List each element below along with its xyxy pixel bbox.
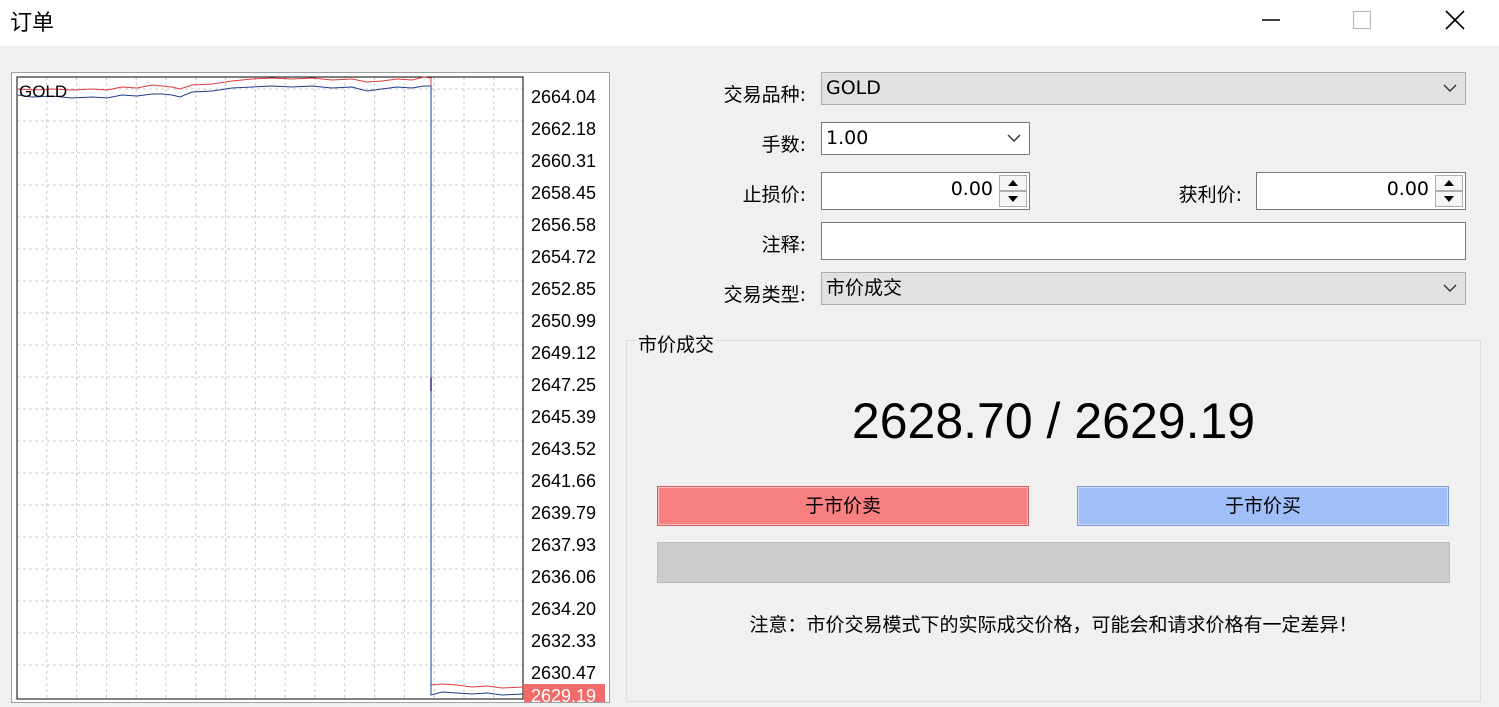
- price-axis-label: 2662.18: [531, 119, 596, 139]
- take-profit-up-button[interactable]: [1435, 175, 1463, 191]
- bid-ask-quote: 2628.70 / 2629.19: [851, 393, 1256, 449]
- chevron-down-icon: [1443, 84, 1457, 92]
- stop-loss-up-button[interactable]: [999, 175, 1027, 191]
- order-type-label: 交易类型:: [723, 284, 806, 306]
- triangle-down-icon: [1444, 196, 1454, 202]
- take-profit-down-button[interactable]: [1435, 191, 1463, 207]
- close-icon: [1445, 10, 1465, 30]
- minimize-button[interactable]: [1248, 0, 1294, 40]
- price-axis-label: 2656.58: [531, 215, 596, 235]
- comment-input[interactable]: [821, 222, 1466, 260]
- title-bar: 订单: [0, 0, 1499, 46]
- maximize-icon: [1352, 10, 1372, 30]
- price-axis-label: 2645.39: [531, 407, 596, 427]
- close-button[interactable]: [1432, 0, 1478, 40]
- bid-price-line: [17, 85, 524, 696]
- volume-label: 手数:: [761, 134, 806, 156]
- window-title: 订单: [10, 11, 55, 36]
- volume-value: 1.00: [826, 127, 869, 149]
- volume-select[interactable]: 1.00: [821, 122, 1030, 155]
- symbol-select[interactable]: GOLD: [821, 72, 1466, 105]
- take-profit-label: 获利价:: [1178, 184, 1242, 206]
- chevron-down-icon: [1007, 134, 1021, 142]
- symbol-value: GOLD: [826, 77, 881, 99]
- price-axis-label: 2649.12: [531, 343, 596, 363]
- price-axis-label: 2636.06: [531, 567, 596, 587]
- take-profit-value: 0.00: [1386, 178, 1429, 200]
- chevron-down-icon: [1443, 284, 1457, 292]
- triangle-down-icon: [1008, 196, 1018, 202]
- price-axis-label: 2664.04: [531, 87, 596, 107]
- price-axis-label: 2639.79: [531, 503, 596, 523]
- symbol-label: 交易品种:: [723, 84, 806, 106]
- price-axis-label: 2658.45: [531, 183, 596, 203]
- triangle-up-icon: [1008, 180, 1018, 186]
- take-profit-spinner[interactable]: 0.00: [1256, 172, 1466, 210]
- tick-chart-canvas: GOLD 2664.04 2662.18 2660.31 2658.45 2656.58…: [16, 76, 605, 702]
- comment-label: 注释:: [761, 234, 806, 256]
- price-axis-label: 2647.25: [531, 375, 596, 395]
- maximize-button[interactable]: [1339, 0, 1385, 40]
- stop-loss-spinner[interactable]: 0.00: [821, 172, 1030, 210]
- price-axis-label: 2637.93: [531, 535, 596, 555]
- price-axis-label: 2632.33: [531, 631, 596, 651]
- sell-by-market-button[interactable]: 于市价卖: [657, 486, 1029, 526]
- stop-loss-value: 0.00: [950, 178, 993, 200]
- group-title: 市价成交: [636, 330, 717, 357]
- price-axis-label: 2652.85: [531, 279, 596, 299]
- order-type-select[interactable]: 市价成交: [821, 272, 1466, 305]
- ask-price-line: [17, 76, 524, 689]
- price-axis-label: 2654.72: [531, 247, 596, 267]
- price-axis-label: 2660.31: [531, 151, 596, 171]
- minimize-icon: [1262, 19, 1280, 21]
- price-axis-label: 2630.47: [531, 663, 596, 683]
- current-price-text: 2629.19: [531, 686, 596, 702]
- tick-chart: GOLD 2664.04 2662.18 2660.31 2658.45 2656.58…: [11, 72, 610, 703]
- slippage-note: 注意：市价交易模式下的实际成交价格，可能会和请求价格有一定差异！: [749, 614, 1358, 636]
- order-type-value: 市价成交: [826, 277, 903, 299]
- triangle-up-icon: [1444, 180, 1454, 186]
- price-axis-label: 2650.99: [531, 311, 596, 331]
- buy-by-market-button[interactable]: 于市价买: [1077, 486, 1449, 526]
- price-axis-label: 2634.20: [531, 599, 596, 619]
- disabled-action-bar: [657, 542, 1450, 583]
- stop-loss-down-button[interactable]: [999, 191, 1027, 207]
- stop-loss-label: 止损价:: [742, 184, 806, 206]
- chart-symbol: GOLD: [19, 82, 67, 101]
- price-axis-label: 2643.52: [531, 439, 596, 459]
- price-axis-label: 2641.66: [531, 471, 596, 491]
